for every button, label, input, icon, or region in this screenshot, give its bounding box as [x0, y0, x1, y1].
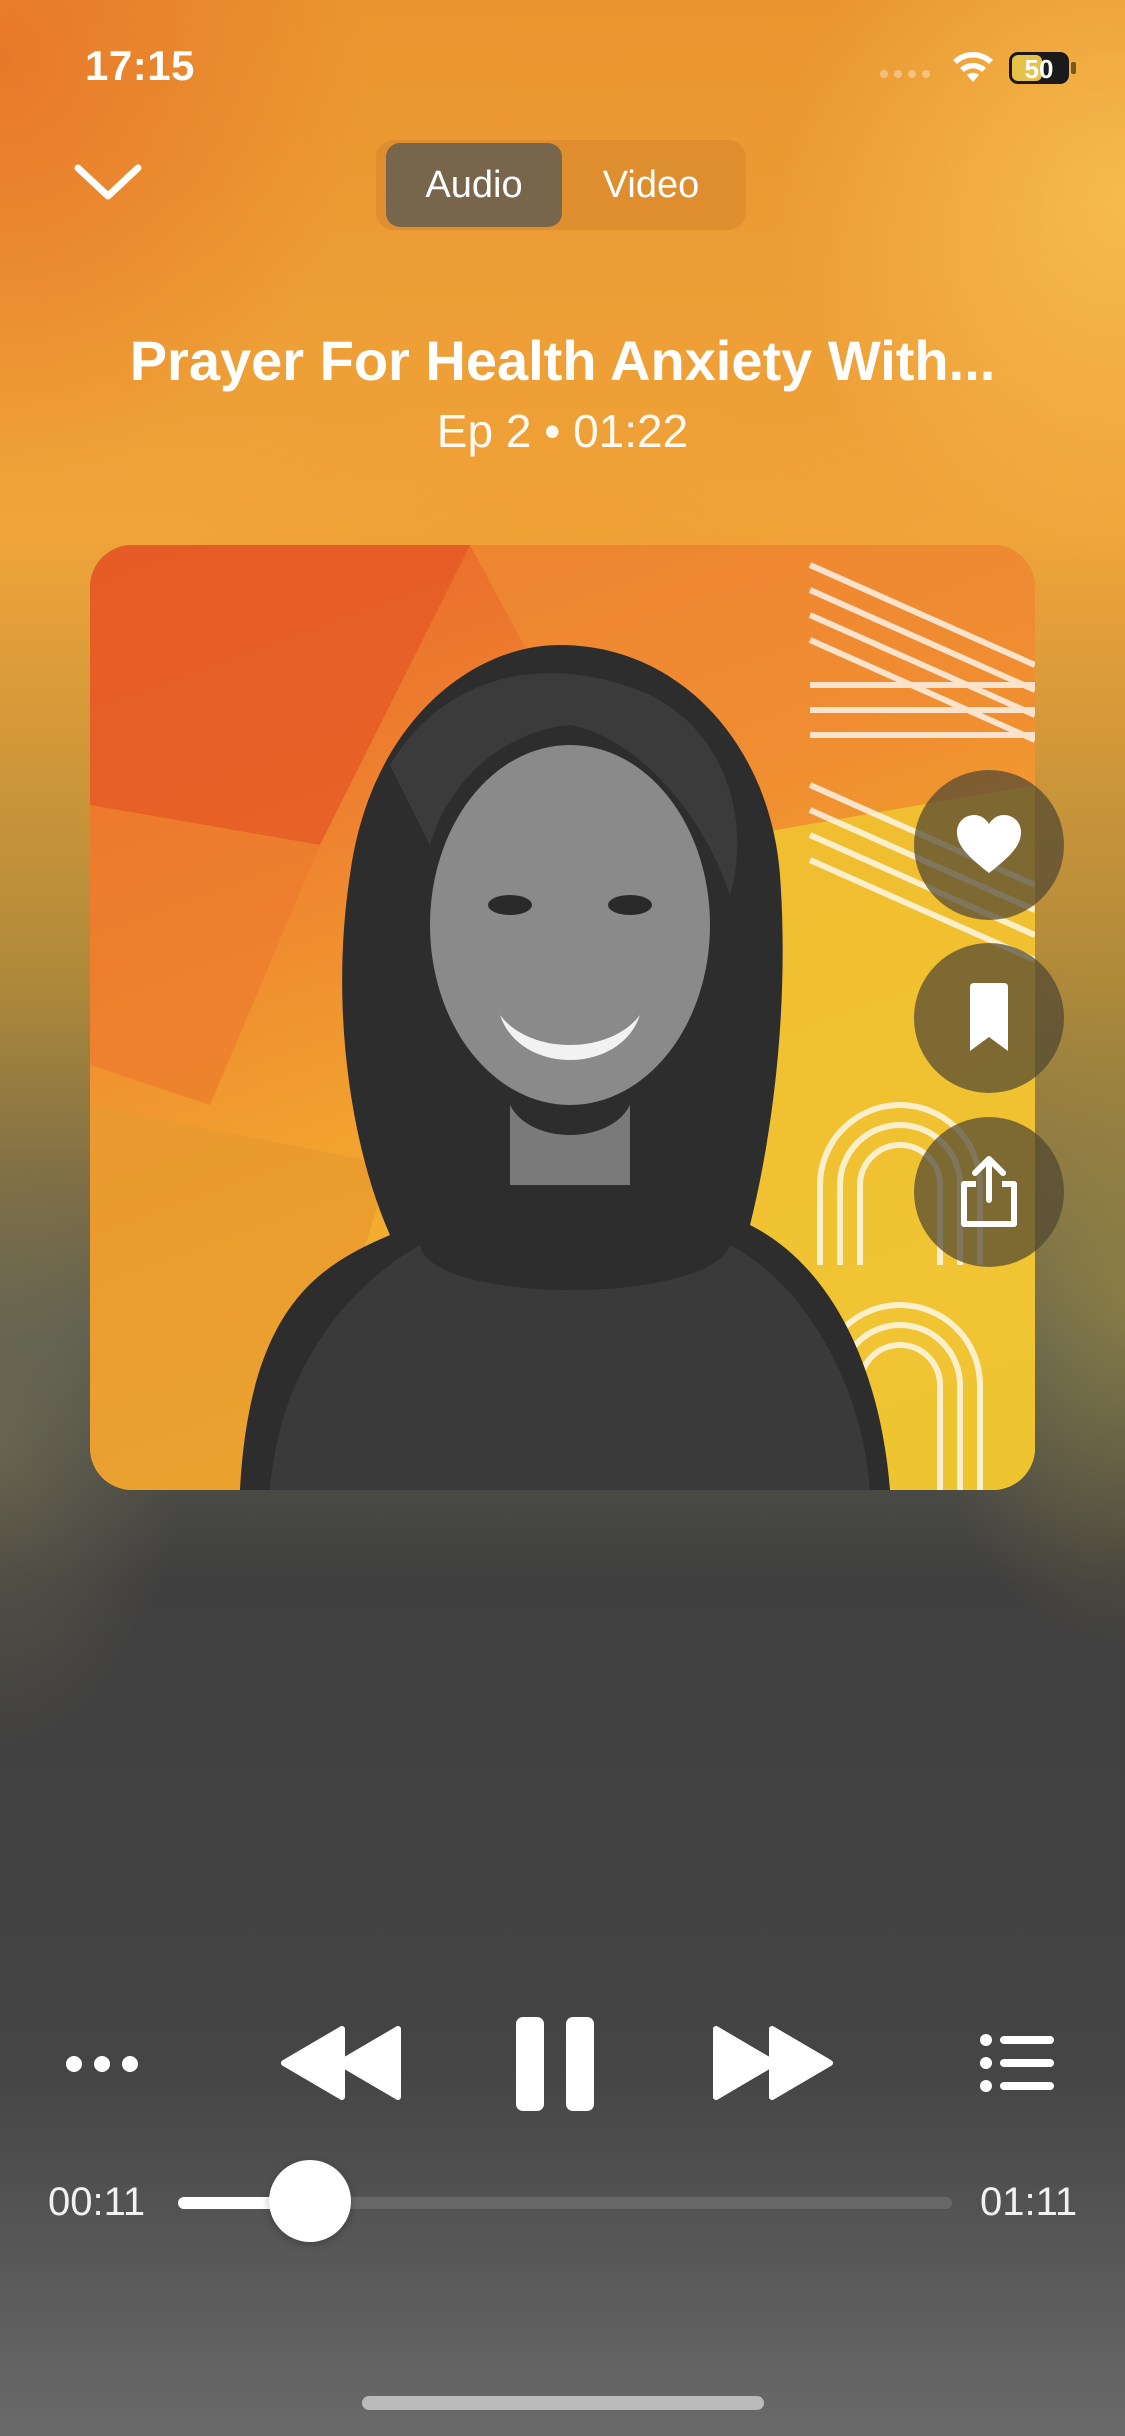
tab-audio[interactable]: Audio — [386, 143, 563, 227]
heart-icon — [957, 815, 1021, 873]
audio-video-toggle: Audio Video — [376, 140, 746, 230]
battery-level: 50 — [1025, 54, 1054, 84]
elapsed-time: 00:11 — [48, 2180, 146, 2224]
ellipsis-icon[interactable] — [62, 2044, 142, 2084]
fast-forward-icon[interactable] — [712, 2025, 834, 2101]
home-indicator — [362, 2396, 764, 2410]
episode-meta: Ep 2 • 01:22 — [436, 405, 689, 457]
tab-video[interactable]: Video — [562, 143, 740, 227]
collapse-chevron-icon[interactable] — [72, 158, 144, 206]
share-button[interactable] — [914, 1117, 1064, 1267]
progress-scrubber[interactable] — [268, 2160, 351, 2242]
cellular-signal-icon — [880, 70, 930, 78]
battery-icon: 50 — [1009, 52, 1076, 84]
total-time: 01:11 — [980, 2180, 1078, 2224]
bookmark-button[interactable] — [914, 943, 1064, 1093]
list-icon[interactable] — [980, 2032, 1054, 2094]
bookmark-icon — [970, 983, 1008, 1051]
like-button[interactable] — [914, 770, 1064, 920]
wifi-icon — [953, 52, 993, 82]
status-time: 17:15 — [85, 42, 195, 89]
rewind-icon[interactable] — [280, 2025, 402, 2101]
episode-artwork — [90, 545, 1035, 1490]
share-icon — [961, 1156, 1017, 1227]
pause-icon[interactable] — [516, 2017, 594, 2111]
episode-title: Prayer For Health Anxiety With... — [129, 329, 996, 392]
